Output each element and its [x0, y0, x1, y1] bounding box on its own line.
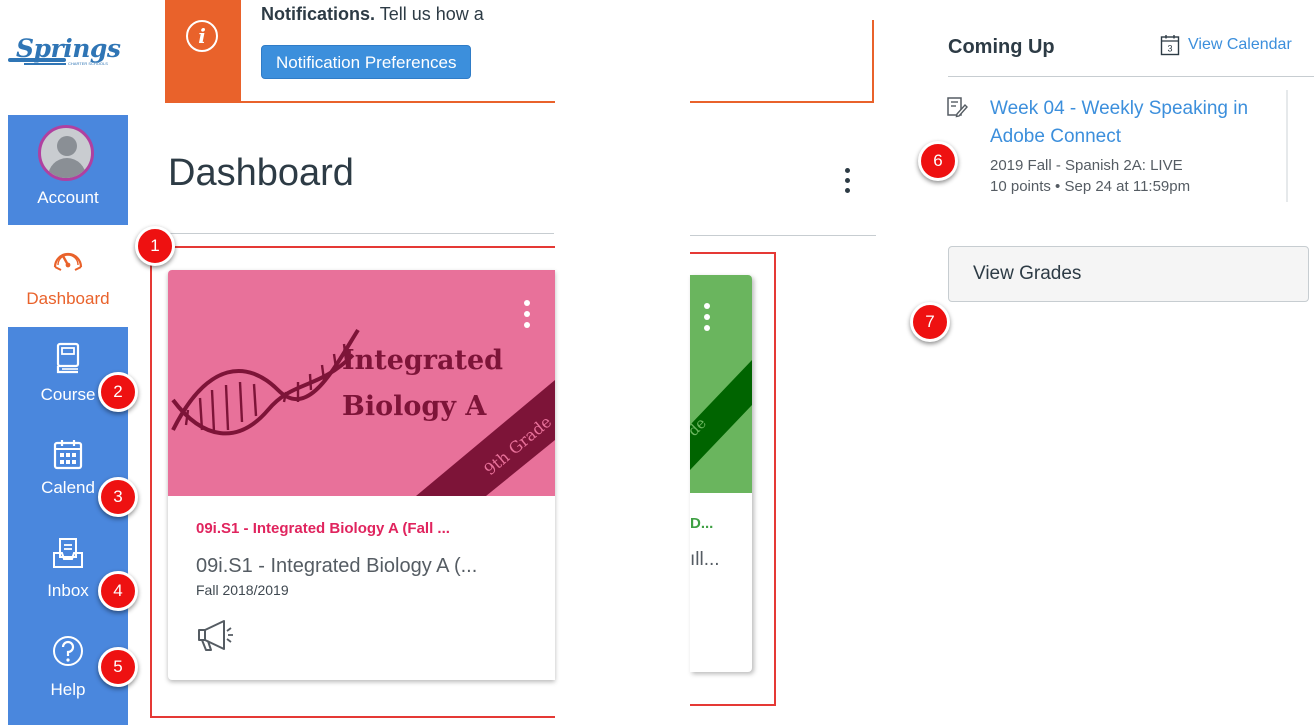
notification-text: Notifications. Tell us how a	[261, 4, 555, 25]
nav-item-dashboard[interactable]: Dashboard	[8, 225, 128, 327]
course-card-code: ıll...	[690, 549, 720, 570]
course-card-name[interactable]: D...	[690, 515, 713, 532]
card-hero-title-text: Integrated Biology A	[342, 345, 504, 422]
callout-4: 4	[98, 571, 138, 611]
assignment-icon	[947, 97, 968, 118]
course-card-name[interactable]: 09i.S1 - Integrated Biology A (Fall ...	[196, 520, 450, 537]
course-card-code: 09i.S1 - Integrated Biology A (...	[196, 555, 478, 577]
highlight-box-top	[150, 246, 555, 248]
course-card[interactable]: 9th Grade Integrated Biology A 09i.S1 - …	[168, 270, 555, 680]
coming-up-divider	[948, 76, 1314, 77]
calendar-icon-day: 3	[1167, 44, 1172, 54]
callout-3: 3	[98, 477, 138, 517]
nav-label-dashboard: Dashboard	[26, 289, 110, 308]
avatar-body	[48, 158, 86, 178]
callout-7: 7	[910, 302, 950, 342]
card-ribbon: de	[690, 360, 752, 470]
school-logo[interactable]: Springs CHARTER SCHOOLS	[8, 30, 128, 70]
view-calendar-link[interactable]: View Calendar	[1188, 36, 1292, 54]
header-divider	[168, 233, 554, 234]
logo-swoosh	[8, 58, 66, 62]
notification-body: Tell us how a	[379, 4, 484, 24]
nav-label-account: Account	[37, 188, 99, 207]
highlight-box-bottom	[150, 716, 555, 718]
avatar-head	[57, 136, 77, 156]
info-icon: i	[186, 20, 218, 52]
highlight-box-left	[150, 246, 152, 718]
todo-item-meta: 10 points • Sep 24 at 11:59pm	[990, 178, 1191, 195]
announcements-icon[interactable]	[196, 618, 236, 652]
highlight-box-top-right	[690, 252, 776, 254]
course-card-hero[interactable]: de	[690, 275, 752, 493]
callout-1: 1	[135, 226, 175, 266]
calendar-icon	[53, 440, 83, 470]
notification-border-right	[872, 20, 874, 103]
header-divider-right	[690, 235, 876, 236]
dashboard-icon	[53, 252, 83, 271]
courses-icon	[56, 342, 80, 374]
dashboard-options-icon[interactable]	[840, 168, 854, 202]
highlight-box-right	[774, 252, 776, 706]
help-icon	[53, 636, 83, 666]
nav-item-account[interactable]: Account	[8, 115, 128, 225]
card-hero-title: Integrated Biology A	[342, 338, 532, 430]
avatar	[38, 125, 94, 181]
course-card-hero[interactable]: 9th Grade Integrated Biology A	[168, 270, 555, 496]
view-grades-button[interactable]: View Grades	[948, 246, 1309, 302]
notification-accent: i	[165, 0, 241, 103]
todo-item-link[interactable]: Week 04 - Weekly Speaking in Adobe Conne…	[990, 95, 1290, 151]
inbox-icon	[53, 538, 83, 568]
logo-swoosh-line	[24, 63, 66, 65]
callout-6: 6	[918, 141, 958, 181]
calendar-icon[interactable]: 3	[1160, 34, 1180, 56]
callout-5: 5	[98, 647, 138, 687]
logo-subtext: CHARTER SCHOOLS	[68, 61, 108, 66]
notification-border-bottom	[690, 101, 874, 103]
course-card-term: Fall 2018/2019	[196, 582, 289, 598]
card-options-icon[interactable]	[702, 303, 712, 337]
notification-preferences-button[interactable]: Notification Preferences	[261, 45, 472, 79]
notification-banner: i Notifications. Tell us how a Notificat…	[165, 0, 555, 103]
highlight-box-bottom-right	[690, 704, 776, 706]
coming-up-title: Coming Up	[948, 36, 1055, 58]
card-options-icon[interactable]	[522, 300, 532, 334]
notification-title: Notifications.	[261, 4, 376, 24]
callout-2: 2	[98, 372, 138, 412]
course-card[interactable]: de D... ıll...	[690, 275, 752, 672]
todo-item-course: 2019 Fall - Spanish 2A: LIVE	[990, 157, 1183, 174]
page-title: Dashboard	[168, 152, 354, 194]
global-nav: Account Dashboard Course Calend Inbox He…	[8, 115, 128, 725]
todo-item-edge	[1286, 90, 1288, 202]
